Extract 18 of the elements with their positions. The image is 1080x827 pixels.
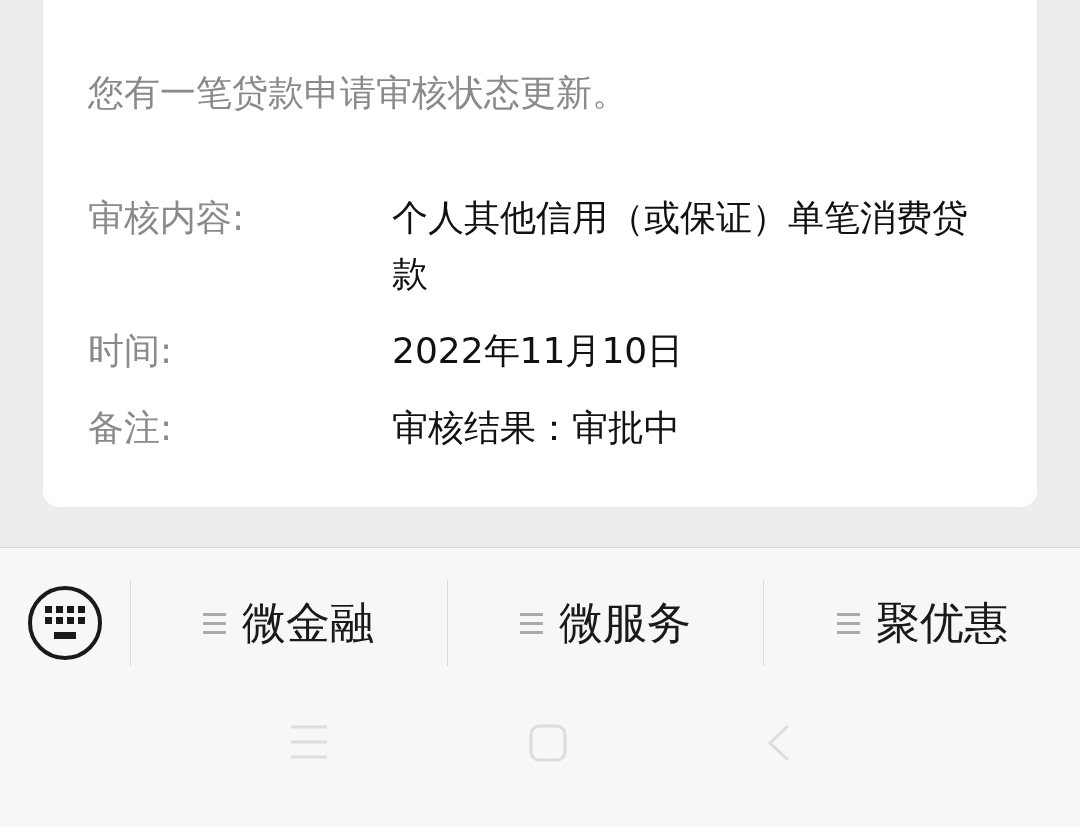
field-value: 审核结果：审批中 <box>392 406 681 450</box>
message-text: 您有一笔贷款申请审核状态更新。 <box>88 71 629 115</box>
menu-icon <box>520 612 543 634</box>
back-nav-icon[interactable] <box>767 724 791 762</box>
menu-icon <box>203 612 227 634</box>
field-value: 2022年11月10日 <box>392 329 685 373</box>
menu-tab[interactable]: 微服务 <box>447 580 765 666</box>
keyboard-icon <box>45 606 85 640</box>
menu-tab[interactable]: 聚优惠 <box>764 580 1080 666</box>
home-nav-icon[interactable] <box>529 724 567 762</box>
keyboard-button[interactable] <box>28 586 102 660</box>
field-value: 个人其他信用（或保证）单笔消费贷款 <box>392 196 969 296</box>
menu-tab[interactable]: 微金融 <box>131 580 448 666</box>
menu-nav-icon[interactable] <box>289 724 329 760</box>
field-label: 审核内容: <box>88 196 246 240</box>
field-label: 时间: <box>88 329 174 373</box>
field-label: 备注: <box>88 406 174 450</box>
menu-icon <box>836 612 860 634</box>
